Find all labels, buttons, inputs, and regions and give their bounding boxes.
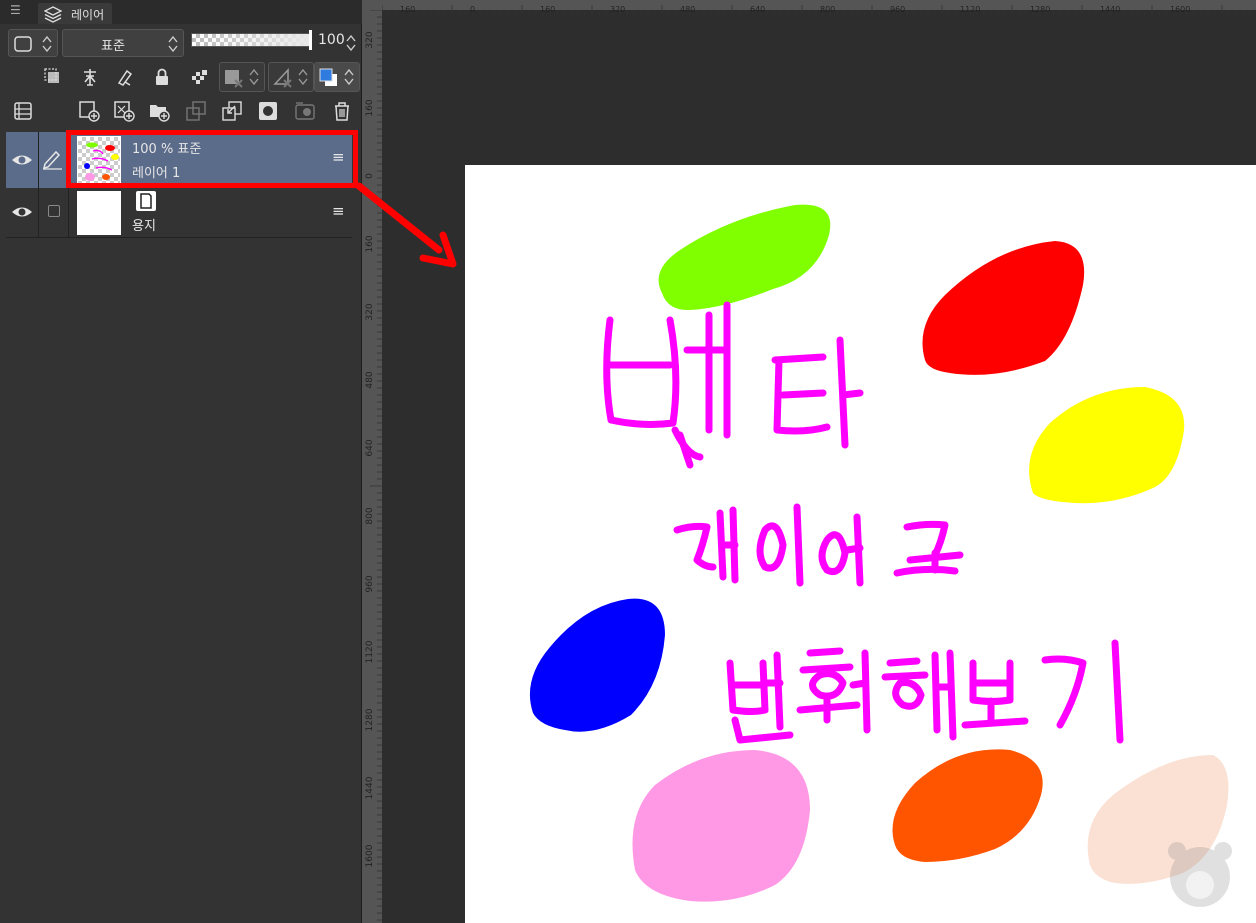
ruler-label: 640 bbox=[365, 439, 375, 456]
ruler-label: 160 bbox=[400, 5, 415, 14]
layers-icon bbox=[43, 6, 63, 27]
layer-panel: ☰ 레이어 표준 100 100 % 표준 레이어 1 ≡ 용지 ≡ bbox=[0, 0, 362, 923]
app-window: ☰ 레이어 표준 100 100 % 표준 레이어 1 ≡ 용지 ≡ 160 0… bbox=[0, 0, 1256, 923]
ruler-label: 0 bbox=[470, 5, 475, 14]
delete-layer-icon[interactable] bbox=[331, 100, 353, 122]
mask-display-dropdown[interactable] bbox=[219, 62, 265, 92]
layer-row-menu-icon[interactable]: ≡ bbox=[332, 202, 345, 220]
visibility-eye-icon[interactable] bbox=[11, 150, 33, 170]
transfer-to-lower-layer-icon[interactable] bbox=[185, 100, 207, 122]
panel-tab-bar: ☰ 레이어 bbox=[0, 0, 362, 24]
ruler-label: 640 bbox=[750, 5, 765, 14]
watermark-mascot-icon bbox=[1168, 842, 1232, 907]
layer-row-paper[interactable]: 용지 ≡ bbox=[6, 188, 352, 238]
drawing-canvas[interactable] bbox=[465, 165, 1256, 923]
orange-blob bbox=[892, 749, 1043, 862]
ruler-label: 960 bbox=[365, 575, 375, 592]
ruler-label: 1120 bbox=[960, 5, 980, 14]
horizontal-ruler: 160 0 160 320 480 640 800 960 1120 1280 1440 1600 bbox=[381, 0, 1256, 15]
red-blob bbox=[922, 241, 1085, 375]
ruler-label: 1440 bbox=[1100, 5, 1120, 14]
ruler-label: 1440 bbox=[365, 776, 375, 799]
ruler-label: 1600 bbox=[1170, 5, 1190, 14]
vertical-ruler: 320 160 0 160 320 480 640 800 960 1120 1280 1440 160… bbox=[362, 9, 382, 923]
ruler-label: 1280 bbox=[365, 708, 375, 731]
ruler-label: 800 bbox=[820, 5, 835, 14]
panel-menu-icon[interactable]: ☰ bbox=[10, 3, 21, 17]
highlight-box bbox=[66, 130, 358, 188]
ruler-label: 960 bbox=[890, 5, 905, 14]
ruler-label: 0 bbox=[365, 173, 375, 179]
color-mode-selector[interactable] bbox=[8, 29, 58, 57]
lock-transparent-icon[interactable] bbox=[188, 66, 210, 88]
visibility-eye-icon[interactable] bbox=[11, 202, 33, 222]
stepper-arrows-icon bbox=[344, 68, 354, 86]
ruler-label: 1120 bbox=[365, 640, 375, 663]
tab-layer[interactable]: 레이어 bbox=[38, 3, 112, 24]
lock-icon[interactable] bbox=[151, 66, 173, 88]
dropdown-arrows-icon bbox=[168, 35, 178, 53]
blend-mode-dropdown[interactable]: 표준 bbox=[62, 29, 184, 57]
stepper-arrows-icon bbox=[298, 68, 308, 86]
merge-down-icon[interactable] bbox=[221, 100, 243, 122]
panel-settings-icon[interactable] bbox=[12, 100, 34, 122]
opacity-slider-handle[interactable] bbox=[309, 30, 312, 50]
paper-thumbnail bbox=[77, 191, 121, 235]
ruler-label: 160 bbox=[540, 5, 555, 14]
yellow-blob bbox=[1029, 387, 1185, 504]
ruler-label: 1600 bbox=[365, 844, 375, 867]
opacity-slider[interactable] bbox=[191, 30, 312, 50]
new-folder-icon[interactable] bbox=[148, 100, 170, 122]
blend-mode-value: 표준 bbox=[101, 39, 125, 54]
ruler-label: 320 bbox=[365, 303, 375, 320]
stepper-arrows-icon bbox=[42, 35, 52, 53]
ruler-label: 320 bbox=[610, 5, 625, 14]
blue-blob bbox=[529, 598, 665, 732]
red-arrow-icon bbox=[355, 182, 457, 268]
stepper-arrows-icon bbox=[249, 68, 259, 86]
reference-layer-icon[interactable] bbox=[79, 66, 101, 88]
draft-layer-icon[interactable] bbox=[114, 66, 136, 88]
ruler-label: 320 bbox=[365, 31, 375, 48]
handwritten-text bbox=[603, 301, 1124, 744]
clipping-icon[interactable] bbox=[42, 66, 64, 88]
ruler-display-dropdown[interactable] bbox=[268, 62, 314, 92]
opacity-value[interactable]: 100 bbox=[318, 32, 345, 48]
layer-select-checkbox[interactable] bbox=[48, 205, 60, 217]
layer-color-dropdown[interactable] bbox=[314, 62, 360, 92]
new-vector-layer-icon[interactable] bbox=[113, 100, 135, 122]
ruler-label: 800 bbox=[365, 507, 375, 524]
edit-pen-icon[interactable] bbox=[41, 148, 65, 170]
pink-blob bbox=[632, 750, 810, 902]
opacity-stepper-icon[interactable] bbox=[345, 33, 357, 53]
tab-layer-label: 레이어 bbox=[71, 8, 105, 22]
green-blob bbox=[658, 204, 831, 311]
opacity-slider-fill bbox=[192, 34, 310, 46]
paper-layer-icon bbox=[136, 191, 156, 211]
layer-mask-icon[interactable] bbox=[257, 100, 279, 122]
ruler-corner bbox=[362, 0, 382, 10]
apply-mask-icon[interactable] bbox=[294, 100, 316, 122]
ruler-label: 1280 bbox=[1030, 5, 1050, 14]
layer-name[interactable]: 용지 bbox=[132, 215, 156, 234]
ruler-label: 480 bbox=[365, 371, 375, 388]
ruler-label: 480 bbox=[680, 5, 695, 14]
ruler-label: 160 bbox=[365, 99, 375, 116]
new-raster-layer-icon[interactable] bbox=[78, 100, 100, 122]
